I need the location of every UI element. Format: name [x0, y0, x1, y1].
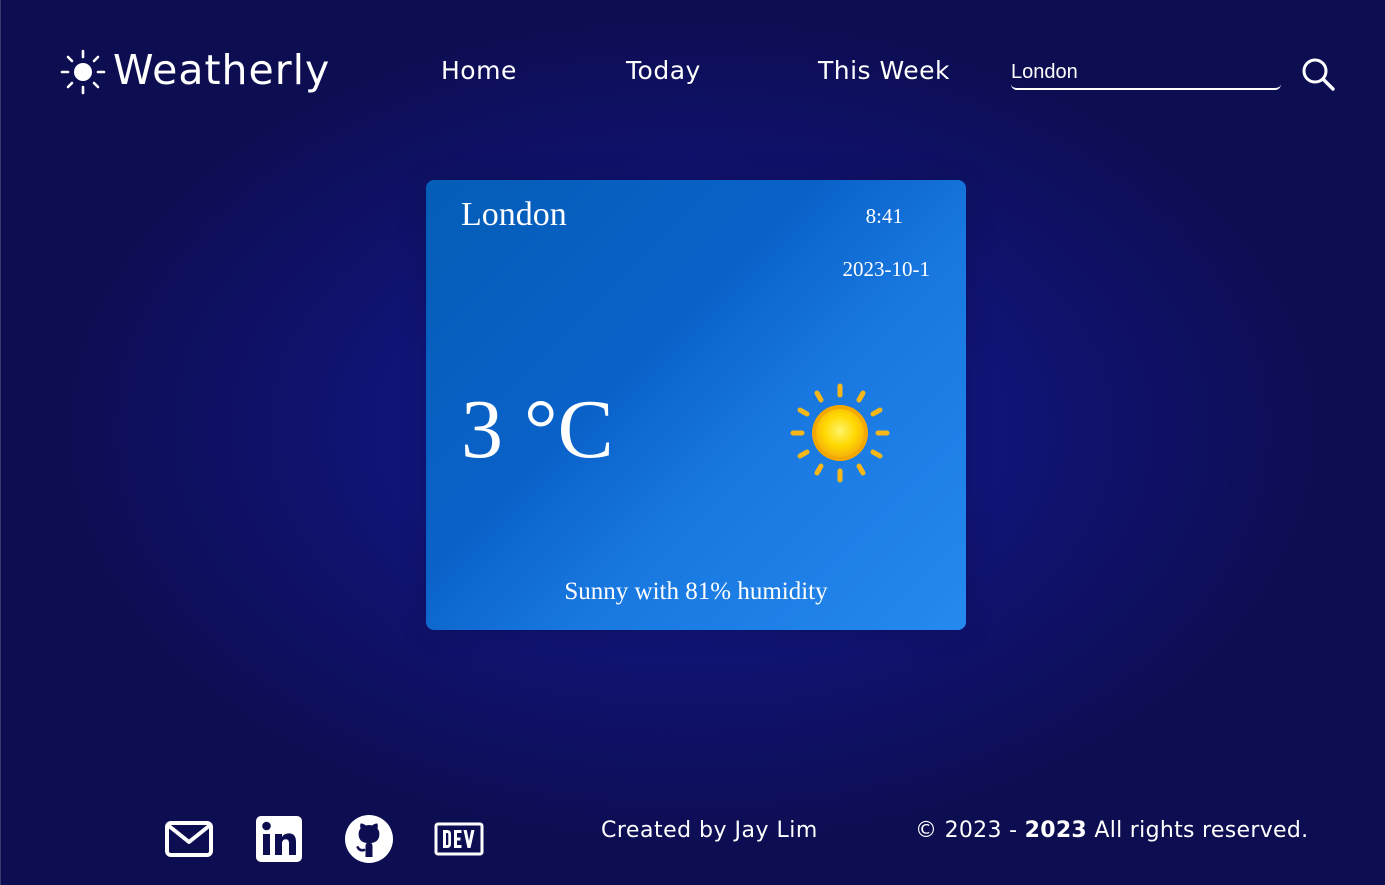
- sun-icon: [60, 49, 106, 95]
- copyright-suffix: All rights reserved.: [1087, 818, 1309, 843]
- search-input[interactable]: [1011, 56, 1281, 90]
- brand-logo[interactable]: Weatherly: [59, 46, 331, 96]
- github-icon[interactable]: [344, 814, 394, 864]
- linkedin-icon[interactable]: [254, 814, 304, 864]
- search-icon[interactable]: [1298, 54, 1338, 94]
- header: Weatherly Home Today This Week: [1, 0, 1385, 140]
- mail-icon[interactable]: [164, 814, 214, 864]
- temperature: 3 °C: [461, 383, 614, 476]
- city-name: London: [461, 196, 567, 233]
- search-bar: [1011, 56, 1281, 92]
- dev-icon[interactable]: [434, 814, 484, 864]
- footer-copyright: © 2023 - 2023 All rights reserved.: [915, 818, 1308, 843]
- weather-card: London 8:41 2023-10-1 3 °C Sunny with 81…: [426, 180, 966, 630]
- sun-icon: [790, 383, 890, 483]
- local-date: 2023-10-1: [842, 257, 931, 281]
- nav-this-week-link[interactable]: This Week: [818, 56, 950, 85]
- nav-home-link[interactable]: Home: [441, 56, 517, 85]
- copyright-year: 2023: [1024, 818, 1088, 843]
- nav-today-link[interactable]: Today: [626, 56, 701, 85]
- brand-name: Weatherly: [113, 46, 331, 94]
- copyright-prefix: © 2023 -: [915, 818, 1025, 843]
- footer-credit: Created by Jay Lim: [601, 818, 818, 843]
- weather-description: Sunny with 81% humidity: [564, 578, 828, 605]
- local-time: 8:41: [865, 204, 903, 228]
